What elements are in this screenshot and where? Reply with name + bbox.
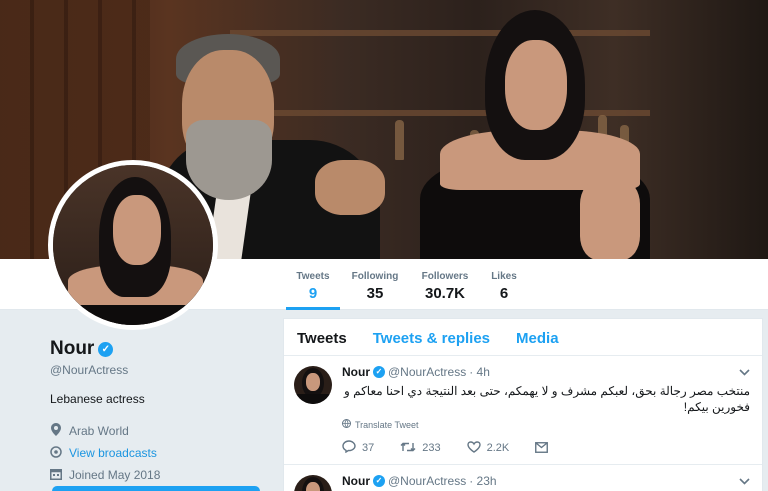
- stat-followers[interactable]: Followers 30.7K: [416, 259, 474, 310]
- envelope-icon: [535, 440, 549, 456]
- calendar-icon: [50, 468, 62, 483]
- stat-label: Followers: [421, 271, 469, 282]
- tweet-author-name[interactable]: Nour: [342, 474, 370, 488]
- tweet-author-name[interactable]: Nour: [342, 365, 370, 379]
- tweet-author-handle[interactable]: @NourActress: [388, 365, 466, 379]
- stat-label: Likes: [491, 271, 517, 282]
- like-count: 2.2K: [486, 442, 510, 454]
- tweet-timestamp[interactable]: · 23h: [469, 474, 496, 488]
- location-row: Arab World: [50, 420, 270, 442]
- profile-sidebar: Nour ✓ @NourActress Lebanese actress Ara…: [50, 338, 270, 491]
- verified-badge-icon: ✓: [98, 341, 114, 357]
- reply-button[interactable]: 37: [342, 440, 374, 456]
- heart-icon: [466, 440, 481, 456]
- profile-meta: Arab World View broadcasts Joined May 20…: [50, 420, 270, 486]
- header-figure-woman: [400, 10, 650, 259]
- stat-label: Following: [351, 271, 399, 282]
- retweet-icon: [400, 440, 416, 456]
- chevron-down-icon[interactable]: [739, 474, 750, 488]
- broadcasts-row: View broadcasts: [50, 442, 270, 464]
- tweet-timestamp[interactable]: · 4h: [469, 365, 490, 379]
- chevron-down-icon[interactable]: [739, 365, 750, 379]
- view-broadcasts-link[interactable]: View broadcasts: [69, 446, 157, 460]
- direct-message-button[interactable]: [535, 440, 549, 456]
- tab-tweets[interactable]: Tweets: [284, 319, 360, 355]
- profile-bio: Lebanese actress: [50, 392, 145, 406]
- retweet-count: 233: [422, 442, 441, 454]
- reply-icon: [342, 440, 356, 456]
- tweet-author-handle[interactable]: @NourActress: [388, 474, 466, 488]
- timeline: Tweets Tweets & replies Media Nour ✓ @No…: [283, 318, 763, 491]
- tweet[interactable]: Nour ✓ @NourActress · 4h منتخب مصر رجالة…: [284, 356, 762, 465]
- tweet-header: Nour ✓ @NourActress · 4h: [342, 365, 490, 379]
- like-button[interactable]: 2.2K: [466, 440, 510, 456]
- profile-avatar[interactable]: [48, 160, 218, 330]
- tweet-text: منتخب مصر رجالة بحق، لعبكم مشرف و لا يهم…: [343, 384, 750, 414]
- tab-media[interactable]: Media: [503, 319, 572, 355]
- stat-following[interactable]: Following 35: [346, 259, 404, 310]
- retweet-button[interactable]: 233: [400, 440, 441, 456]
- stat-value: 9: [308, 285, 318, 302]
- profile-handle[interactable]: @NourActress: [50, 363, 270, 377]
- stat-value: 35: [366, 285, 384, 302]
- translate-tweet-link[interactable]: Translate Tweet: [342, 419, 419, 430]
- globe-icon: [342, 419, 351, 430]
- stat-label: Tweets: [296, 271, 330, 282]
- stat-value: 30.7K: [424, 285, 466, 302]
- joined-text: Joined May 2018: [69, 468, 161, 482]
- translate-tweet-label: Translate Tweet: [355, 419, 419, 430]
- joined-row: Joined May 2018: [50, 464, 270, 486]
- tweet-avatar[interactable]: [294, 366, 332, 404]
- reply-count: 37: [362, 442, 375, 454]
- location-text: Arab World: [69, 424, 129, 438]
- tab-tweets-replies[interactable]: Tweets & replies: [360, 319, 503, 355]
- profile-name-row: Nour ✓: [50, 338, 270, 360]
- tweet-header: Nour ✓ @NourActress · 23h: [342, 474, 497, 488]
- location-pin-icon: [50, 423, 62, 439]
- tweet-actions: 37 233 2.2K: [342, 440, 574, 456]
- stat-value: 6: [499, 285, 509, 302]
- timeline-tabs: Tweets Tweets & replies Media: [284, 319, 762, 356]
- stat-likes[interactable]: Likes 6: [485, 259, 523, 310]
- tweet-avatar[interactable]: [294, 475, 332, 491]
- verified-badge-icon: ✓: [373, 366, 385, 378]
- verified-badge-icon: ✓: [373, 475, 385, 487]
- profile-name[interactable]: Nour: [50, 338, 94, 360]
- link-icon: [50, 445, 62, 461]
- sidebar-action-button[interactable]: [52, 486, 260, 491]
- stat-tweets[interactable]: Tweets 9: [286, 259, 340, 310]
- tweet[interactable]: Nour ✓ @NourActress · 23h: [284, 465, 762, 491]
